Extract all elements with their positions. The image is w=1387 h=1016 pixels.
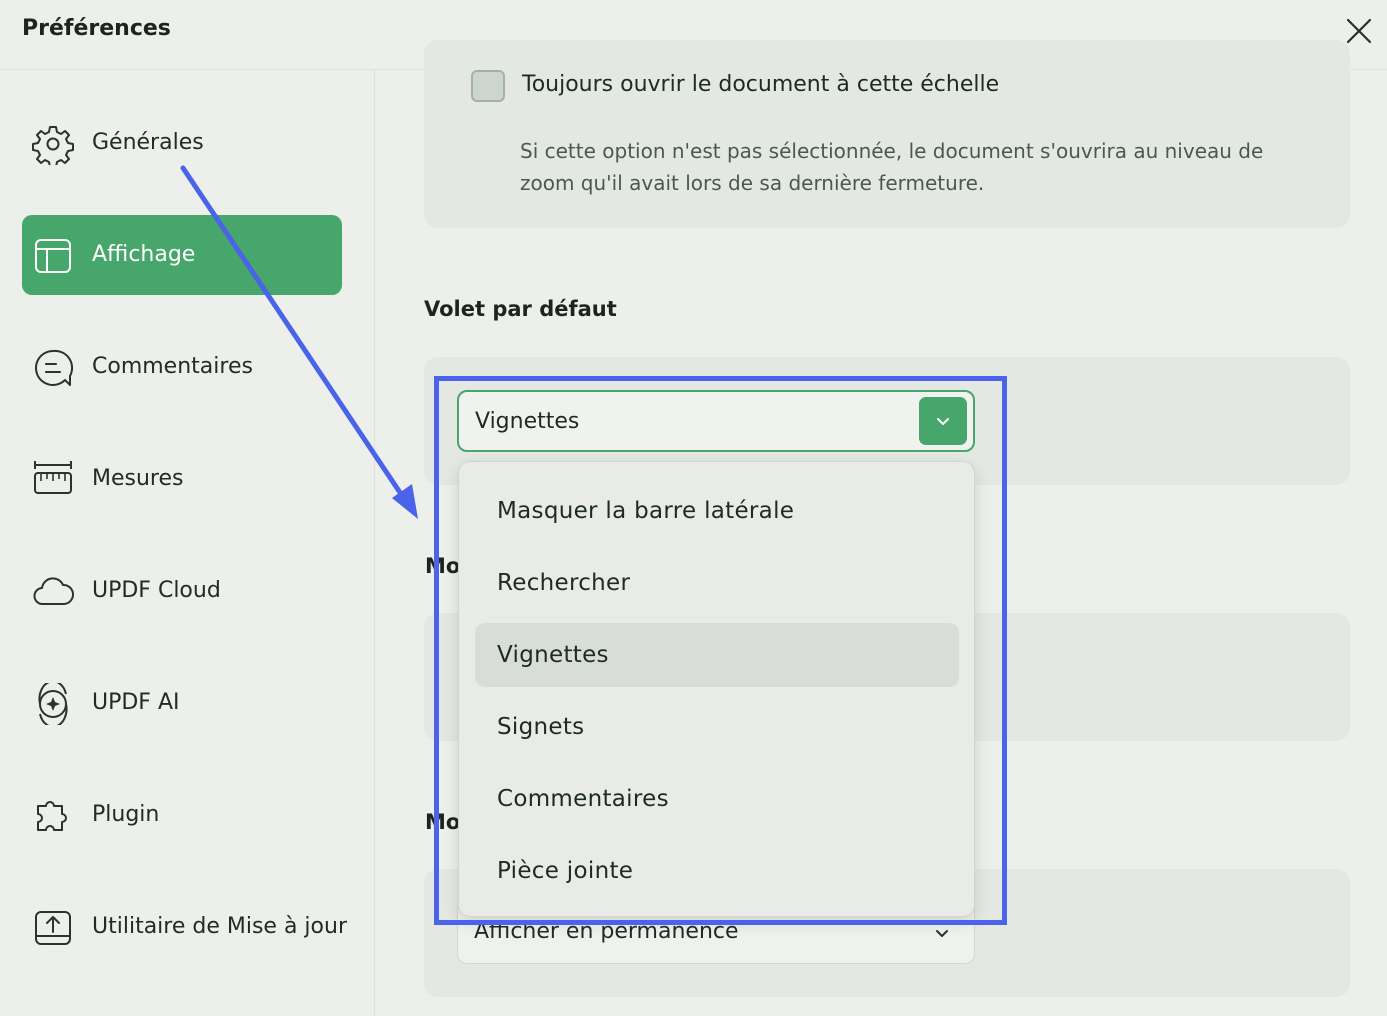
puzzle-icon: [37, 801, 67, 831]
sidebar-item-label: Commentaires: [92, 354, 253, 379]
sidebar: Générales Affichage Commentaires Mesures…: [0, 70, 375, 1016]
sidebar-item-label: Mesures: [92, 466, 184, 491]
cloud-icon: [33, 577, 74, 605]
sidebar-item-label: UPDF AI: [92, 690, 180, 715]
default-pane-select[interactable]: Vignettes: [457, 390, 975, 452]
dropdown-option-label: Masquer la barre latérale: [497, 498, 795, 524]
comment-icon: [34, 349, 73, 386]
dropdown-option[interactable]: Signets: [475, 695, 959, 759]
display-mode-value: Afficher en permanence: [474, 919, 739, 944]
sidebar-item-mesures[interactable]: Mesures: [22, 439, 342, 519]
dropdown-option-selected[interactable]: Vignettes: [475, 623, 959, 687]
dropdown-toggle-button[interactable]: [919, 397, 967, 445]
dropdown-option[interactable]: Rechercher: [475, 551, 959, 615]
sidebar-item-plugin[interactable]: Plugin: [22, 775, 342, 855]
zoom-checkbox[interactable]: [471, 70, 505, 102]
close-icon: [1346, 18, 1372, 44]
default-pane-dropdown: Masquer la barre latérale Rechercher Vig…: [458, 461, 975, 917]
ruler-icon: [34, 461, 72, 494]
sidebar-item-label: Générales: [92, 130, 204, 155]
dropdown-option-label: Commentaires: [497, 786, 669, 812]
sidebar-item-label: UPDF Cloud: [92, 578, 221, 603]
sidebar-item-commentaires[interactable]: Commentaires: [22, 327, 342, 407]
chevron-down-icon: [936, 930, 948, 937]
dropdown-option-label: Signets: [497, 714, 585, 740]
zoom-option-description: Si cette option n'est pas sélectionnée, …: [520, 139, 1264, 195]
dropdown-option[interactable]: Commentaires: [475, 767, 959, 831]
default-pane-value: Vignettes: [475, 409, 580, 434]
window-title: Préférences: [22, 16, 171, 41]
zoom-option-card: [424, 40, 1350, 228]
dropdown-option[interactable]: Pièce jointe: [475, 839, 959, 903]
sidebar-item-updf-ai[interactable]: UPDF AI: [22, 663, 342, 743]
sidebar-item-label: Affichage: [92, 242, 196, 267]
dropdown-option-label: Pièce jointe: [497, 858, 634, 884]
update-icon: [35, 911, 71, 945]
ai-icon: [38, 683, 68, 725]
sidebar-item-affichage[interactable]: Affichage: [22, 215, 342, 295]
sidebar-item-generales[interactable]: Générales: [22, 103, 342, 183]
dropdown-option[interactable]: Masquer la barre latérale: [475, 479, 959, 543]
sidebar-item-label: Plugin: [92, 802, 160, 827]
hidden-section-title: Mo: [425, 810, 461, 834]
layout-icon: [35, 239, 71, 273]
zoom-checkbox-label: Toujours ouvrir le document à cette éche…: [522, 72, 1000, 97]
hidden-section-title: Mo: [425, 554, 461, 578]
close-button[interactable]: [1342, 14, 1376, 48]
dropdown-option-label: Rechercher: [497, 570, 631, 596]
chevron-down-icon: [937, 418, 949, 425]
gear-icon: [32, 126, 74, 165]
sidebar-item-updf-cloud[interactable]: UPDF Cloud: [22, 551, 342, 631]
default-pane-title: Volet par défaut: [424, 297, 617, 321]
dropdown-option-label: Vignettes: [497, 642, 609, 668]
sidebar-item-label: Utilitaire de Mise à jour: [92, 914, 347, 939]
sidebar-item-mise-a-jour[interactable]: Utilitaire de Mise à jour: [22, 887, 347, 967]
